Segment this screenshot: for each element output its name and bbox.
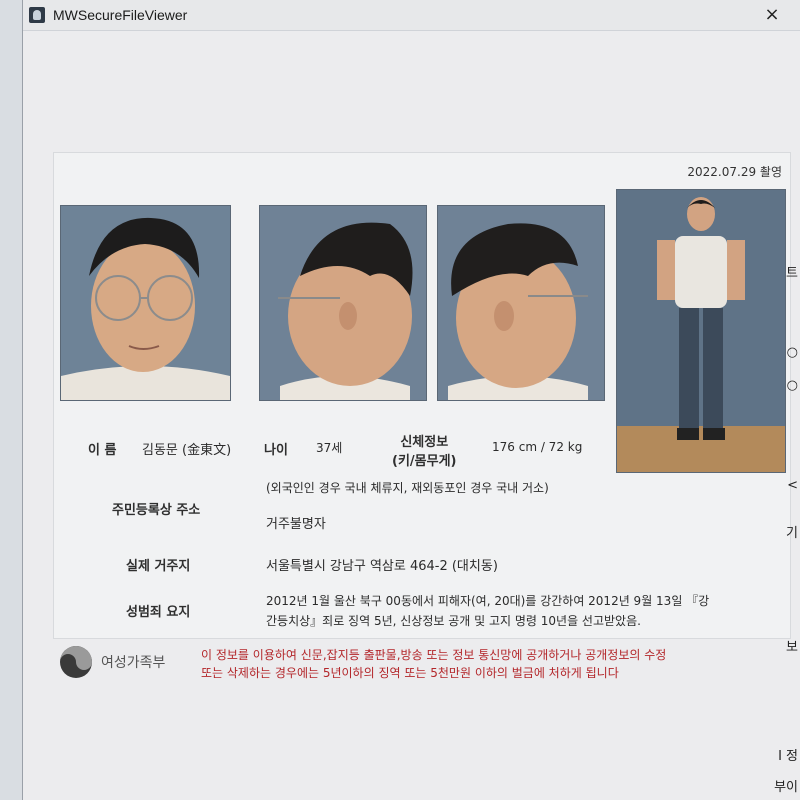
photo-date: 2022.07.29 촬영 (687, 165, 782, 179)
actual-address-value: 서울특별시 강남구 역삼로 464-2 (대치동) (266, 559, 498, 574)
close-icon[interactable]: × (761, 4, 783, 26)
age-label: 나이 (264, 443, 288, 458)
ministry-name: 여성가족부 (101, 655, 166, 671)
background-fragment-2: ○ (786, 345, 798, 360)
background-fragment-5: 기 (786, 526, 798, 541)
background-fragment-3: ○ (786, 378, 798, 393)
taegeuk-logo-icon (60, 646, 92, 678)
offender-info-document: 2022.07.29 촬영 이 름 김동문 (金東文) 나이 37세 신체정보 … (53, 152, 791, 639)
actual-address-label: 실제 거주지 (126, 559, 191, 574)
photo-full-body (616, 189, 786, 473)
viewer-window: MWSecureFileViewer × 2022.07.29 촬영 이 름 김… (22, 0, 800, 800)
photo-left-profile (259, 205, 427, 401)
reg-address-value: 거주불명자 (266, 517, 326, 532)
title-bar: MWSecureFileViewer × (23, 0, 800, 31)
ministry-logo: 여성가족부 (59, 645, 165, 679)
background-fragment-6: 보 (786, 640, 798, 655)
background-fragment-7: I 정 (778, 749, 798, 764)
background-fragment-8: 부이 (774, 780, 798, 795)
name-value: 김동문 (金東文) (142, 443, 232, 458)
age-value: 37세 (316, 441, 343, 455)
reg-address-note: (외국인인 경우 국내 체류지, 재외동포인 경우 국내 거소) (266, 481, 549, 495)
crime-summary-label: 성범죄 요지 (126, 605, 191, 620)
photo-right-profile (437, 205, 605, 401)
window-title: MWSecureFileViewer (53, 7, 188, 23)
photo-front (60, 205, 231, 401)
name-label: 이 름 (88, 443, 117, 458)
reg-address-label: 주민등록상 주소 (112, 503, 201, 518)
body-info-label: 신체정보 (키/몸무게) (392, 435, 457, 469)
crime-summary-text: 2012년 1월 울산 북구 00동에서 피해자(여, 20대)를 강간하여 2… (266, 594, 710, 628)
body-info-value: 176 cm / 72 kg (492, 440, 583, 454)
legal-warning: 이 정보를 이용하여 신문,잡지등 출판물,방송 또는 정보 통신망에 공개하거… (201, 648, 667, 680)
background-fragment-1: 트 (786, 266, 798, 281)
background-fragment-4: < (787, 478, 798, 493)
app-icon (29, 7, 45, 23)
